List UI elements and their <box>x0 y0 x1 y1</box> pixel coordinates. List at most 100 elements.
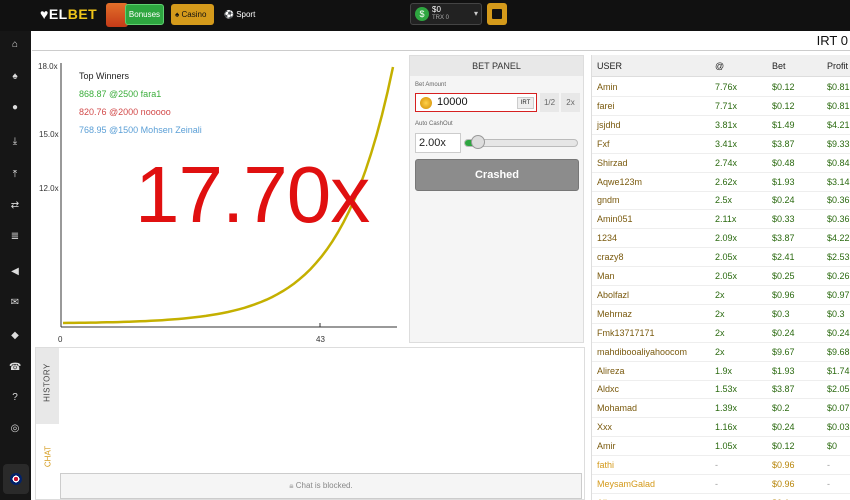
cell-at: 2.62x <box>715 176 738 187</box>
table-row: Amir 1.05x $0.12 $0 <box>592 437 850 457</box>
table-row: Amin051 2.11x $0.33 $0.36 <box>592 210 850 230</box>
chat-input[interactable]: 🔒︎ Chat is blocked. <box>60 473 582 499</box>
cell-bet: $1.93 <box>772 176 795 187</box>
table-row: Fmk13717171 2x $0.24 $0.24 <box>592 324 850 343</box>
cell-profit: $3.14 <box>827 176 850 187</box>
cell-user: Aldxc <box>597 384 620 395</box>
cell-bet: $0.12 <box>772 441 795 452</box>
casino-button[interactable]: ♠ Casino <box>171 4 214 25</box>
cell-profit: $4.22 <box>827 233 850 244</box>
currency-badge: IRT <box>517 97 534 109</box>
y-tick-label: 18.0x <box>38 62 58 71</box>
cell-at: - <box>715 460 718 470</box>
header-multiplier[interactable]: @ <box>715 61 724 71</box>
cell-user: Fmk13717171 <box>597 327 655 338</box>
cell-at: 2.11x <box>715 214 737 225</box>
bonuses-button[interactable]: Bonuses <box>125 4 164 25</box>
cell-profit: - <box>827 478 830 489</box>
history-icon[interactable]: ≣ <box>9 231 21 243</box>
withdraw-icon[interactable]: ⤒ <box>9 169 21 181</box>
cell-at: 1.39x <box>715 403 738 414</box>
logo[interactable]: ♥ELBET <box>40 6 97 22</box>
cell-at: 1.53x <box>715 384 738 395</box>
table-row: crazy8 2.05x $2.41 $2.53 <box>592 248 850 268</box>
promo-icon[interactable]: ◀ <box>9 266 21 278</box>
cell-profit: $0.97 <box>827 289 850 300</box>
vip-icon[interactable]: ◆ <box>9 330 21 342</box>
vip-icon[interactable]: ☎ <box>9 362 21 374</box>
sport-button[interactable]: ⚽ Sport <box>224 4 255 25</box>
table-row: Amin 7.76x $0.12 $0.81 <box>592 78 850 97</box>
coin-icon <box>420 97 432 109</box>
double-bet-button[interactable]: 2x <box>561 93 580 112</box>
bet-amount-input[interactable]: 10000 IRT <box>415 93 537 112</box>
cell-profit: $0.81 <box>827 82 850 92</box>
x-tick-label: 43 <box>316 335 325 344</box>
wallet-button[interactable] <box>487 3 507 25</box>
deposit-icon[interactable]: ⤓ <box>9 136 21 148</box>
slider-handle[interactable] <box>470 135 485 149</box>
cell-bet: $0.96 <box>772 289 795 300</box>
cell-bet: $1.93 <box>772 365 795 376</box>
header-bet[interactable]: Bet <box>772 61 786 71</box>
cell-bet: $9.67 <box>772 346 795 357</box>
winner-entry: 768.95 @1500 Mohsen Zeinali <box>79 125 202 135</box>
logo-text-suffix: BET <box>67 6 98 22</box>
cell-bet: $0.48 <box>772 157 795 168</box>
cell-profit: - <box>827 460 830 470</box>
cell-bet: $0.33 <box>772 214 795 225</box>
tab-history-label: HISTORY <box>42 363 52 402</box>
headset-icon[interactable]: ◎ <box>9 423 21 435</box>
cell-at: - <box>715 478 718 489</box>
table-row: 1234 2.09x $3.87 $4.22 <box>592 229 850 249</box>
auto-cashout-input[interactable]: 2.00x <box>415 133 461 153</box>
cell-profit: $1.74 <box>827 365 850 376</box>
tab-chat-label: CHAT <box>43 445 53 468</box>
current-multiplier: 17.70x <box>135 150 370 239</box>
y-tick-label: 15.0x <box>39 130 59 139</box>
home-icon[interactable]: ⌂ <box>9 39 21 51</box>
cell-profit: $2.05 <box>827 384 850 395</box>
cell-at: 2.5x <box>715 195 733 206</box>
uk-flag-icon <box>10 473 22 485</box>
cell-profit: $0.07 <box>827 403 850 414</box>
cell-bet: $0.96 <box>772 460 795 470</box>
cell-user: Xxx <box>597 422 613 433</box>
cell-user: Abolfazl <box>597 289 630 300</box>
language-selector[interactable] <box>3 464 29 494</box>
half-bet-button[interactable]: 1/2 <box>540 93 559 112</box>
tab-history[interactable]: HISTORY <box>36 348 59 424</box>
cell-at: 7.76x <box>715 82 738 92</box>
header-profit[interactable]: Profit <box>827 61 848 71</box>
cell-user: Shirzad <box>597 157 628 168</box>
cell-user: Man <box>597 271 615 281</box>
winner-entry: 868.87 @2500 fara1 <box>79 89 162 99</box>
bet-amount-value: 10000 <box>437 96 468 108</box>
table-row: Shirzad 2.74x $0.48 $0.84 <box>592 154 850 173</box>
tab-chat[interactable]: CHAT <box>36 428 59 488</box>
chat-area: HISTORY CHAT 🔒︎ Chat is blocked. <box>35 347 585 500</box>
cell-at: 2x <box>715 308 725 319</box>
cell-user: mahdibooaliyahoocom <box>597 346 688 357</box>
crashed-button[interactable]: Crashed <box>415 159 579 191</box>
cell-bet: $0.25 <box>772 271 795 281</box>
x-tick-label: 0 <box>58 335 63 344</box>
exchange-icon[interactable]: ⇄ <box>9 200 21 212</box>
table-header: USER @ Bet Profit <box>592 55 850 77</box>
header-user[interactable]: USER <box>597 61 622 71</box>
table-row: jsjdhd 3.81x $1.49 $4.21 <box>592 116 850 135</box>
table-row: farei 7.71x $0.12 $0.81 <box>592 97 850 116</box>
cell-at: 2x <box>715 289 725 300</box>
help-icon[interactable]: ? <box>9 392 21 404</box>
cell-bet: $3.87 <box>772 138 795 149</box>
y-tick-label: 12.0x <box>39 184 59 193</box>
cell-at: 2.05x <box>715 252 738 263</box>
cell-user: crazy8 <box>597 252 624 263</box>
casino-spade-icon[interactable]: ♠ <box>9 71 21 83</box>
cell-profit: $0.03 <box>827 422 850 433</box>
wallet-selector[interactable]: $ $0 TRX 0 ▾ <box>410 3 482 25</box>
sport-ball-icon[interactable]: ● <box>9 102 21 114</box>
auto-cashout-slider[interactable] <box>464 135 578 149</box>
table-row: gndm 2.5x $0.24 $0.36 <box>592 191 850 211</box>
support-icon[interactable]: ✉ <box>9 297 21 309</box>
